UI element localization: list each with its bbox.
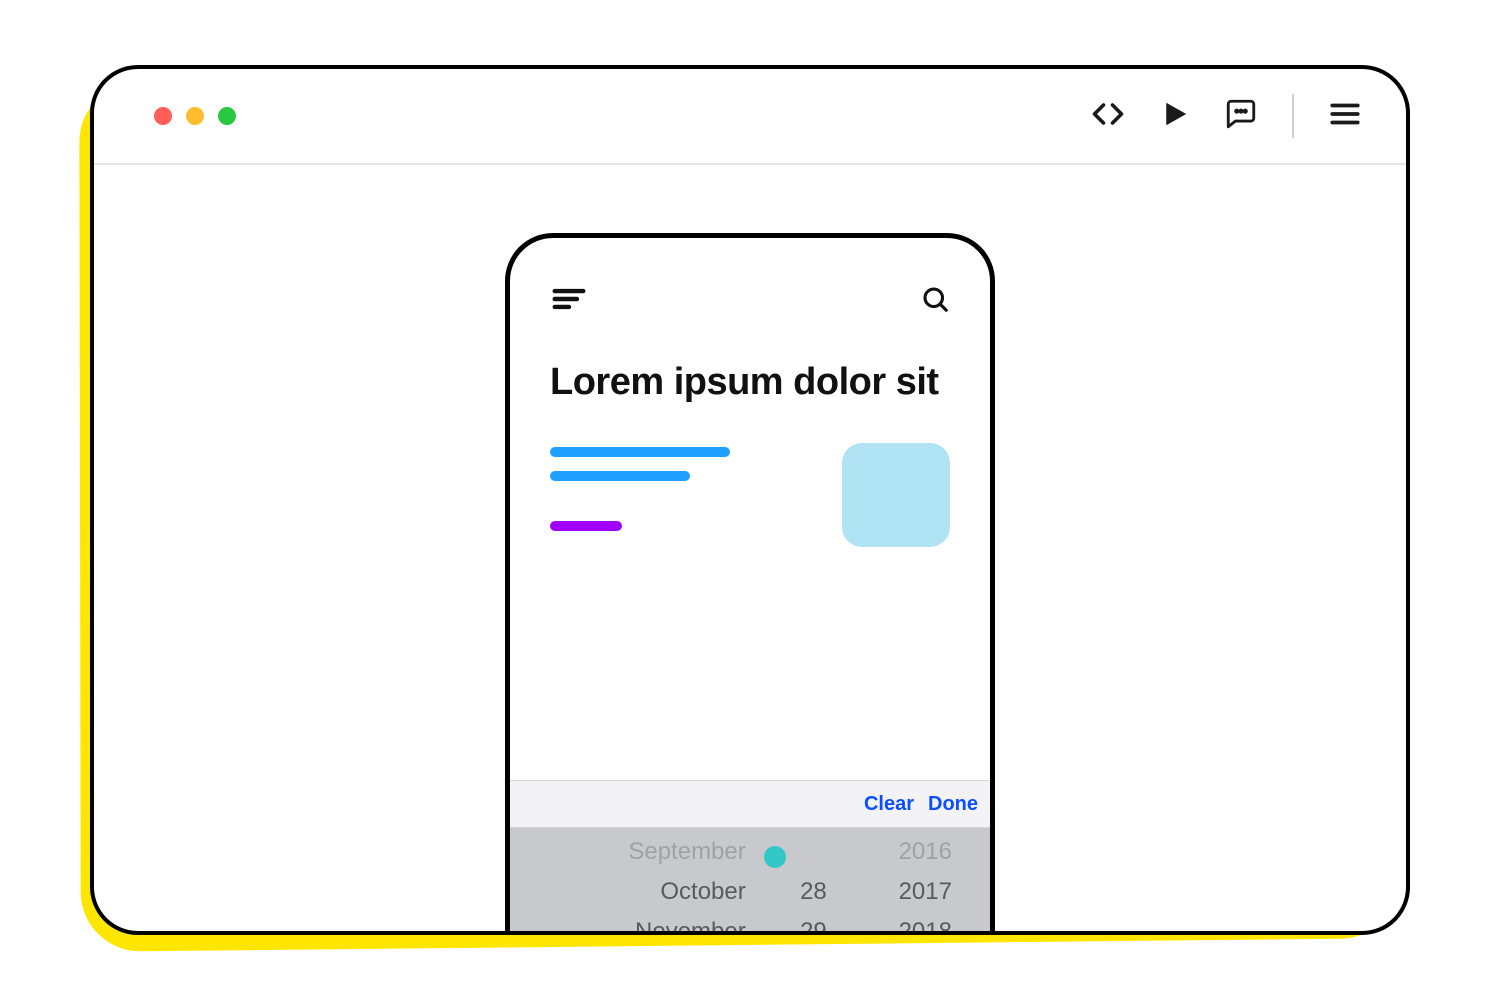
- content-card: [510, 405, 990, 547]
- maximize-window-button[interactable]: [218, 107, 236, 125]
- close-window-button[interactable]: [154, 107, 172, 125]
- wheel-item[interactable]: November: [528, 912, 746, 935]
- wheel-item[interactable]: 2017: [839, 872, 952, 912]
- browser-window: Lorem ipsum dolor sit Clear Done: [90, 65, 1410, 935]
- wheel-item[interactable]: 2016: [839, 832, 952, 872]
- phone-frame: Lorem ipsum dolor sit Clear Done: [505, 233, 995, 935]
- page-title: Lorem ipsum dolor sit: [510, 323, 990, 405]
- year-wheel[interactable]: 2016 2017 2018 2019 2020 2021: [839, 828, 972, 935]
- code-icon[interactable]: [1090, 96, 1126, 137]
- text-line-1: [550, 447, 730, 457]
- wheel-item[interactable]: 29: [768, 912, 827, 935]
- comment-icon[interactable]: [1224, 97, 1258, 136]
- thumbnail-placeholder: [842, 443, 950, 547]
- wheel-item[interactable]: 2018: [839, 912, 952, 935]
- browser-titlebar: [94, 69, 1406, 165]
- canvas-area: Lorem ipsum dolor sit Clear Done: [94, 165, 1406, 931]
- done-button[interactable]: Done: [928, 793, 978, 816]
- date-picker-wheels[interactable]: September October November December Janu…: [510, 828, 990, 935]
- minimize-window-button[interactable]: [186, 107, 204, 125]
- mobile-menu-icon[interactable]: [550, 280, 588, 323]
- month-wheel[interactable]: September October November December Janu…: [528, 828, 768, 935]
- clear-button[interactable]: Clear: [864, 793, 914, 816]
- search-icon[interactable]: [920, 284, 950, 319]
- date-picker-toolbar: Clear Done: [510, 780, 990, 828]
- menu-icon[interactable]: [1328, 97, 1362, 136]
- toolbar-divider: [1292, 94, 1294, 138]
- wheel-item[interactable]: October: [528, 872, 746, 912]
- window-controls: [154, 107, 236, 125]
- text-line-2: [550, 471, 690, 481]
- mobile-header: [510, 238, 990, 323]
- wheel-item[interactable]: 28: [768, 872, 827, 912]
- wheel-item[interactable]: September: [528, 832, 746, 872]
- accent-line: [550, 521, 622, 531]
- day-wheel[interactable]: 28 29 30 31 1: [768, 828, 839, 935]
- toolbar-right: [1090, 94, 1362, 138]
- text-placeholder-lines: [550, 443, 802, 531]
- touch-indicator-icon: [764, 846, 786, 868]
- date-picker: Clear Done September October November De…: [510, 780, 990, 935]
- play-icon[interactable]: [1160, 99, 1190, 134]
